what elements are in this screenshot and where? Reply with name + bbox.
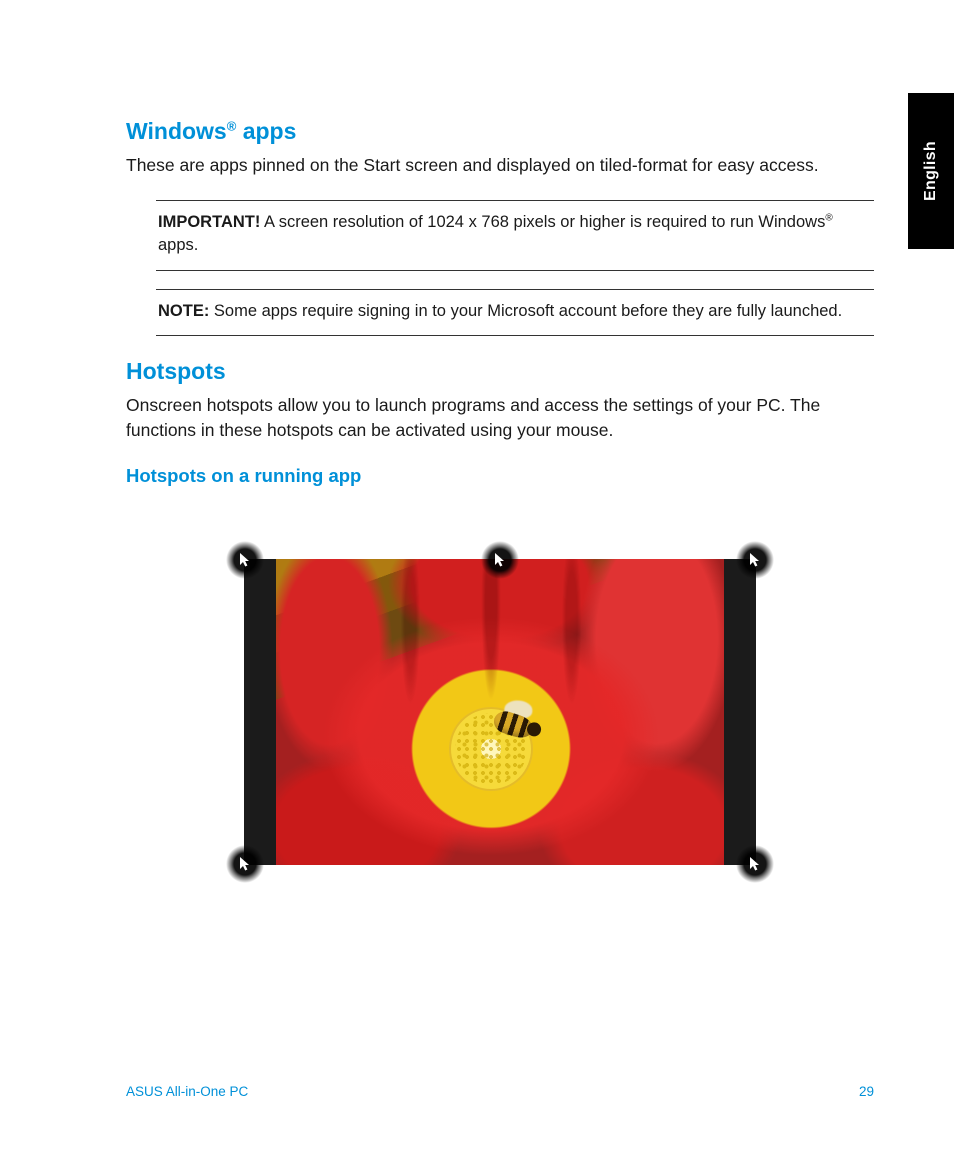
note-text: Some apps require signing in to your Mic…	[209, 302, 842, 320]
subheading-hotspots-running-app: Hotspots on a running app	[126, 465, 874, 487]
important-label: IMPORTANT!	[158, 213, 260, 231]
language-tab: English	[908, 93, 954, 249]
important-text-pre: A screen resolution of 1024 x 768 pixels…	[260, 213, 825, 231]
hotspot-bottom-left[interactable]	[226, 845, 264, 883]
heading-hotspots: Hotspots	[126, 358, 874, 385]
note-box: NOTE: Some apps require signing in to yo…	[156, 289, 874, 336]
cursor-icon	[749, 552, 761, 568]
page-number: 29	[859, 1084, 874, 1099]
heading-windows-apps: Windows® apps	[126, 118, 874, 145]
paragraph-hotspots: Onscreen hotspots allow you to launch pr…	[126, 393, 874, 444]
registered-mark: ®	[825, 213, 832, 224]
photo-viewer-content	[276, 559, 724, 865]
section-hotspots: Hotspots Onscreen hotspots allow you to …	[126, 358, 874, 884]
heading-text-post: apps	[236, 118, 296, 144]
heading-text-pre: Windows	[126, 118, 227, 144]
language-label: English	[922, 141, 940, 201]
cursor-icon	[749, 856, 761, 872]
hotspot-top-right[interactable]	[736, 541, 774, 579]
cursor-icon	[239, 856, 251, 872]
cursor-icon	[494, 552, 506, 568]
page-footer: ASUS All-in-One PC 29	[126, 1084, 874, 1099]
paragraph-windows-apps: These are apps pinned on the Start scree…	[126, 153, 874, 178]
document-page: English Windows® apps These are apps pin…	[0, 0, 954, 1155]
hotspots-figure	[226, 541, 774, 883]
important-text-post: apps.	[158, 236, 198, 254]
cursor-icon	[239, 552, 251, 568]
important-box: IMPORTANT! A screen resolution of 1024 x…	[156, 200, 874, 270]
figure-container	[126, 541, 874, 883]
hotspot-bottom-right[interactable]	[736, 845, 774, 883]
app-window-frame	[244, 559, 756, 865]
note-label: NOTE:	[158, 302, 209, 320]
footer-product-name: ASUS All-in-One PC	[126, 1084, 248, 1099]
registered-mark: ®	[227, 118, 237, 133]
